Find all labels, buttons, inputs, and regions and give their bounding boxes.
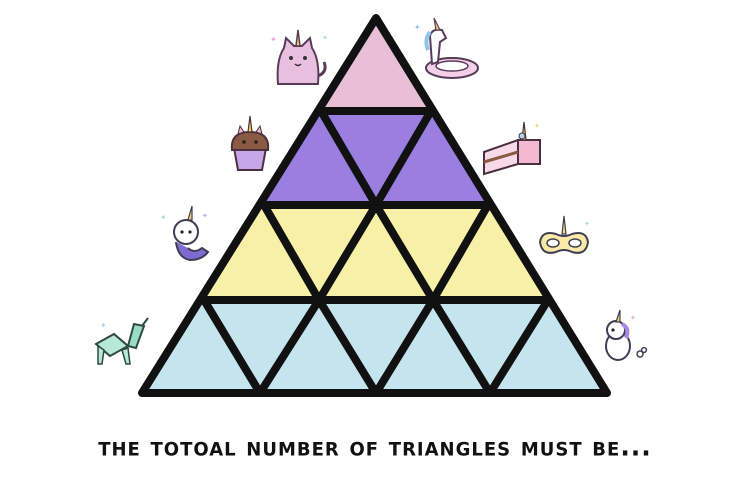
svg-text:✦: ✦ bbox=[534, 122, 540, 130]
unicorn-cat-icon: ✦ ✦ bbox=[270, 29, 328, 85]
triangle-pyramid bbox=[138, 14, 611, 397]
puzzle-caption: the totoal number of triangles must be..… bbox=[98, 431, 652, 462]
unicorn-mask-icon: ✦ bbox=[538, 215, 590, 254]
svg-text:✦: ✦ bbox=[414, 23, 421, 32]
svg-text:✦: ✦ bbox=[270, 35, 277, 44]
row-2-fill bbox=[264, 111, 488, 205]
svg-text:✦: ✦ bbox=[202, 212, 208, 220]
unicorn-cake-icon: ✦ bbox=[483, 121, 541, 176]
svg-text:✦: ✦ bbox=[584, 220, 590, 228]
svg-text:✦: ✦ bbox=[160, 213, 167, 222]
unicorn-float-icon: ✦ bbox=[414, 17, 479, 79]
svg-text:✦: ✦ bbox=[322, 34, 328, 42]
unicorn-mermaid-icon: ✦ ✦ bbox=[160, 205, 210, 262]
running-unicorn-icon: ✦ bbox=[605, 309, 648, 361]
svg-text:✦: ✦ bbox=[100, 321, 107, 330]
svg-text:✦: ✦ bbox=[630, 314, 636, 322]
puzzle-canvas: ✦ ✦ ✦ ✦ ✦ ✦ ✦ ✦ ✦ bbox=[94, 14, 648, 397]
unicorn-cupcake-icon bbox=[230, 115, 270, 171]
origami-unicorn-icon: ✦ bbox=[94, 317, 149, 365]
